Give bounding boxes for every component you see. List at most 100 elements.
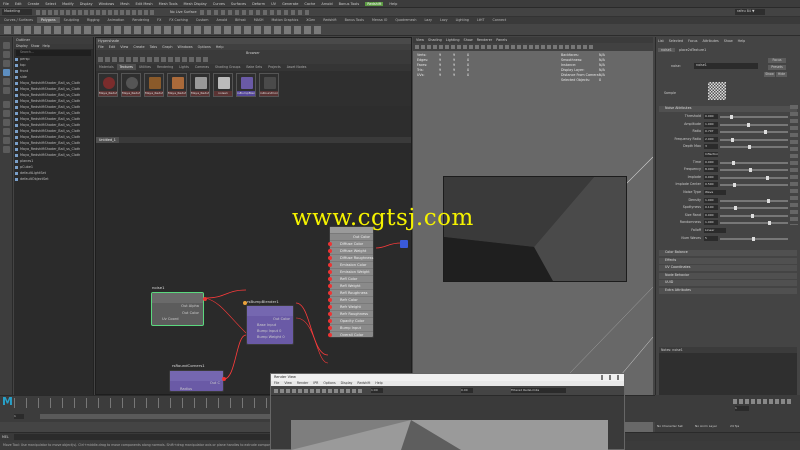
live-surface-field[interactable]: No Live Surface <box>170 10 197 14</box>
material-input-port[interactable] <box>328 249 332 253</box>
sg-node-port[interactable] <box>400 240 408 248</box>
render-view-menu-item[interactable]: Render <box>297 381 308 385</box>
browser-tab[interactable]: Rendering <box>154 64 176 70</box>
material-input-port[interactable] <box>328 333 332 337</box>
bump-blender-node[interactable]: Out Color Base Input Bump Input 0 Bump W… <box>246 305 294 345</box>
menu-arnold[interactable]: Arnold <box>321 2 332 6</box>
attr-value-field[interactable]: 0.707 <box>704 129 718 135</box>
node-graph[interactable]: noise1 Out Alpha Out Color Uv Coord rsBu… <box>96 143 411 394</box>
layout-four-icon[interactable] <box>3 110 10 117</box>
workspace-selector[interactable]: Modeling <box>2 9 32 15</box>
attr-menu-item[interactable]: List <box>658 39 664 43</box>
material-input-port[interactable] <box>328 298 332 302</box>
shelf-tab[interactable]: Redshift <box>319 17 340 23</box>
attr-slider[interactable] <box>720 115 788 119</box>
attr-value-field[interactable]: 1.000 <box>704 220 718 226</box>
layout-top-icon[interactable] <box>3 128 10 135</box>
attr-slider-knob[interactable] <box>766 175 769 180</box>
shelf-tab[interactable]: XGen <box>302 17 319 23</box>
material-swatch[interactable]: Maya_RedshiftShader <box>121 73 141 97</box>
current-frame-field[interactable]: 1 <box>735 406 749 411</box>
material-input-port[interactable] <box>328 291 332 295</box>
outliner-menu-show[interactable]: Show <box>31 44 40 48</box>
attr-slider[interactable] <box>720 198 788 203</box>
material-input-port[interactable] <box>328 256 332 260</box>
attr-slider-knob[interactable] <box>748 145 751 150</box>
material-swatch[interactable]: Maya_RedshiftShader <box>190 73 210 97</box>
outliner-search[interactable]: Search... <box>16 50 91 56</box>
browser-tab[interactable]: Materials <box>96 64 117 70</box>
shelf-tab[interactable]: Arnold <box>213 17 232 23</box>
show-button[interactable]: Show <box>764 72 775 77</box>
menu-edit[interactable]: Edit <box>15 2 22 6</box>
attr-slider-knob[interactable] <box>730 115 733 119</box>
attr-slider-knob[interactable] <box>767 198 770 203</box>
attr-value-field[interactable]: 1.000 <box>704 197 718 203</box>
material-input-port[interactable] <box>328 242 332 246</box>
render-icons-row[interactable] <box>274 389 364 393</box>
menu-curves[interactable]: Curves <box>213 2 225 6</box>
outliner-item[interactable]: defaultObjectSet <box>14 177 93 183</box>
lasso-tool-icon[interactable] <box>3 51 10 58</box>
material-swatch[interactable]: Maya_RedshiftShader <box>144 73 164 97</box>
section-noise-attributes[interactable]: Noise Attributes <box>659 106 797 112</box>
browser-icons[interactable] <box>98 57 208 62</box>
hide-button[interactable]: Hide <box>776 72 787 77</box>
shelf-tab[interactable]: Animation <box>104 17 129 23</box>
character-set[interactable]: No Character Set <box>657 424 683 428</box>
attr-slider-knob[interactable] <box>733 183 736 188</box>
menu-create[interactable]: Create <box>28 2 40 6</box>
attr-menu-item[interactable]: Focus <box>688 39 697 43</box>
menu-surfaces[interactable]: Surfaces <box>231 2 246 6</box>
menu-help[interactable]: Help <box>389 2 397 6</box>
attr-slider-knob[interactable] <box>749 168 752 173</box>
attr-value-field[interactable]: 0.500 <box>704 182 718 188</box>
hypershade-menu-item[interactable]: Help <box>216 45 224 49</box>
attr-slider-knob[interactable] <box>731 137 734 142</box>
attr-slider[interactable] <box>720 137 788 142</box>
attr-slider[interactable] <box>720 160 788 165</box>
attr-value-field[interactable]: 1.000 <box>704 121 718 127</box>
material-input-port[interactable] <box>328 270 332 274</box>
shelf-tab[interactable]: Bonus Tools <box>341 17 368 23</box>
shelf-tab[interactable]: FX Caching <box>165 17 192 23</box>
hypershade-menu-item[interactable]: Graph <box>162 45 172 49</box>
command-input[interactable] <box>14 434 274 440</box>
material-input-port[interactable] <box>328 305 332 309</box>
shelf-tab[interactable]: Connect <box>489 17 511 23</box>
shelf-tab[interactable]: MASH <box>250 17 268 23</box>
shelf-tab[interactable]: Rendering <box>128 17 153 23</box>
render-view-menu-item[interactable]: File <box>274 381 279 385</box>
render-view-menu-item[interactable]: Options <box>323 381 335 385</box>
attr-section[interactable]: Effects <box>659 257 797 264</box>
attr-value-field[interactable]: 2.000 <box>704 136 718 142</box>
render-zoom[interactable]: 1:00 <box>371 388 383 393</box>
menu-mesh[interactable]: Mesh <box>120 2 129 6</box>
render-frame[interactable]: 0.00 <box>461 388 473 393</box>
attr-value-field[interactable]: 0.000 <box>704 212 718 218</box>
menu-modify[interactable]: Modify <box>62 2 74 6</box>
layout-outliner-icon[interactable] <box>3 137 10 144</box>
menu-redshift[interactable]: Redshift <box>365 2 384 6</box>
attr-value-field[interactable]: Linear <box>704 228 726 233</box>
shelf-tab[interactable]: Quadremesh <box>391 17 420 23</box>
attr-slider[interactable] <box>720 183 788 188</box>
menu-uv[interactable]: UV <box>271 2 276 6</box>
playback-buttons[interactable] <box>733 399 793 404</box>
render-view-window-controls[interactable] <box>601 375 623 380</box>
attr-menu-item[interactable]: Show <box>724 39 733 43</box>
attr-menu-item[interactable]: Attributes <box>702 39 718 43</box>
hypershade-menu-item[interactable]: Tabs <box>150 45 158 49</box>
material-swatch[interactable]: rsBumpBlender <box>236 73 256 97</box>
attr-slider-knob[interactable] <box>752 236 755 241</box>
shelf-tab[interactable]: Curves / Surfaces <box>0 17 37 23</box>
shelf-tab[interactable]: Custom <box>192 17 213 23</box>
browser-tab[interactable]: Cameras <box>192 64 212 70</box>
render-view-menu-item[interactable]: Redshift <box>357 381 370 385</box>
browser-tab[interactable]: Utilities <box>136 64 154 70</box>
attr-slider-knob[interactable] <box>751 213 754 218</box>
menu-select[interactable]: Select <box>45 2 56 6</box>
fps-selector[interactable]: 24 fps <box>730 424 739 428</box>
attr-menu-item[interactable]: Help <box>738 39 746 43</box>
attr-value-field[interactable]: 5 <box>704 235 718 241</box>
